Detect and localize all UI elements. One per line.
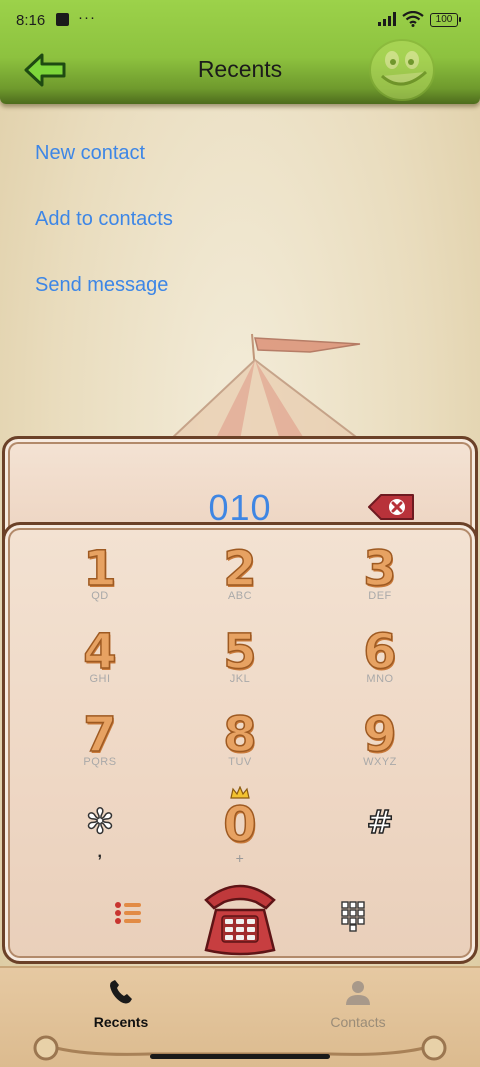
backspace-icon[interactable] <box>367 493 415 521</box>
key-digit: 4 <box>83 624 118 680</box>
notification-icon <box>56 13 69 26</box>
battery-icon: 100 <box>430 13 461 27</box>
key-letters: TUV <box>228 756 252 768</box>
key-hash[interactable]: # <box>320 800 440 876</box>
tab-recents-label: Recents <box>93 1014 149 1030</box>
number-actions: New contact Add to contacts Send message <box>35 140 173 338</box>
send-message-link[interactable]: Send message <box>35 272 173 338</box>
signal-icon <box>378 12 396 26</box>
key-7[interactable]: 7 PQRS <box>40 707 160 786</box>
telephone-icon[interactable] <box>200 878 280 956</box>
key-star[interactable]: ✻ , <box>40 800 160 876</box>
key-letters: DEF <box>368 590 392 602</box>
key-digit: 6 <box>363 624 398 680</box>
key-digit: 1 <box>83 541 118 597</box>
status-time: 8:16 <box>16 12 46 29</box>
key-digit: 8 <box>223 707 258 763</box>
key-letters: QD <box>91 590 109 602</box>
add-to-contacts-link[interactable]: Add to contacts <box>35 206 173 272</box>
key-digit: 5 <box>223 624 258 680</box>
key-letters: , <box>97 844 103 861</box>
key-3[interactable]: 3 DEF <box>320 541 440 620</box>
decorative-rod-ornament <box>33 1035 447 1061</box>
key-digit: 3 <box>363 541 398 597</box>
key-8[interactable]: 8 TUV <box>180 707 300 786</box>
key-letters: JKL <box>229 673 251 685</box>
smiley-mascot-icon <box>369 39 435 101</box>
home-indicator[interactable] <box>150 1054 330 1059</box>
key-digit: 9 <box>363 707 398 763</box>
key-2[interactable]: 2 ABC <box>180 541 300 620</box>
list-menu-icon[interactable] <box>114 900 142 926</box>
new-contact-link[interactable]: New contact <box>35 140 173 206</box>
key-9[interactable]: 9 WXYZ <box>320 707 440 786</box>
key-letters: GHI <box>89 673 111 685</box>
hash-icon: # <box>366 802 394 842</box>
key-letters: + <box>235 850 245 866</box>
tab-contacts[interactable]: Contacts <box>298 978 418 1030</box>
key-0[interactable]: 0 + <box>180 786 300 876</box>
key-1[interactable]: 1 QD <box>40 541 160 620</box>
crown-icon <box>230 786 250 799</box>
keypad-grid-icon[interactable] <box>340 900 366 932</box>
key-digit: 7 <box>83 707 118 763</box>
key-letters: ABC <box>227 590 253 602</box>
tab-contacts-label: Contacts <box>330 1014 386 1030</box>
app-header: 8:16 ··· 100 Recents <box>0 0 480 104</box>
asterisk-icon: ✻ <box>85 801 115 843</box>
circus-tent-decoration <box>167 333 363 441</box>
person-icon <box>346 981 370 1005</box>
key-letters: PQRS <box>83 756 117 768</box>
key-5[interactable]: 5 JKL <box>180 624 300 703</box>
wifi-icon <box>402 11 424 27</box>
key-6[interactable]: 6 MNO <box>320 624 440 703</box>
key-letters: WXYZ <box>363 756 397 768</box>
key-digit: 2 <box>223 541 258 597</box>
key-4[interactable]: 4 GHI <box>40 624 160 703</box>
more-notifications-icon: ··· <box>78 9 96 26</box>
key-digit: 0 <box>223 797 258 853</box>
phone-handset-icon <box>110 980 132 1004</box>
key-letters: MNO <box>366 673 394 685</box>
tab-recents[interactable]: Recents <box>61 978 181 1030</box>
